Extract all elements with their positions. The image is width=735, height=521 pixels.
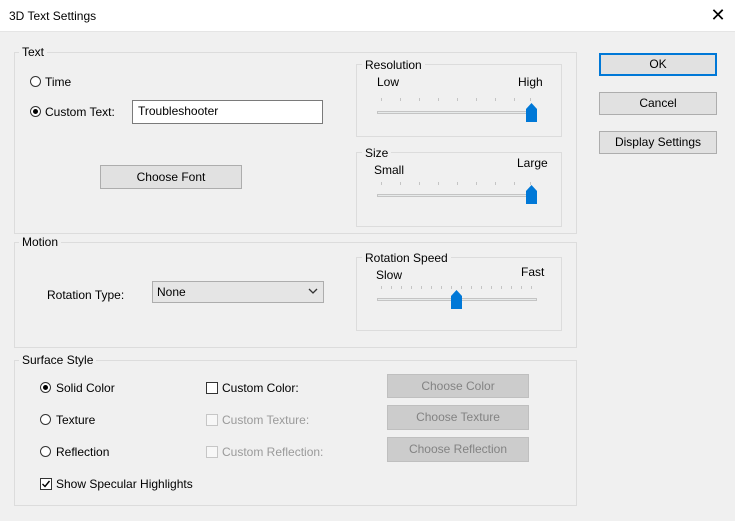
solid-color-radio[interactable] — [40, 382, 51, 393]
choose-color-button[interactable]: Choose Color — [387, 374, 529, 398]
time-radio[interactable] — [30, 76, 41, 87]
resolution-min-label: Low — [377, 75, 400, 89]
rotation-type-value: None — [157, 285, 186, 299]
custom-color-label: Custom Color: — [222, 381, 299, 395]
custom-reflection-checkbox[interactable] — [206, 446, 218, 458]
texture-label: Texture — [56, 413, 96, 427]
reflection-radio[interactable] — [40, 446, 51, 457]
texture-radio[interactable] — [40, 414, 51, 425]
rotation-speed-min-label: Slow — [376, 268, 403, 282]
choose-texture-button[interactable]: Choose Texture — [387, 405, 529, 430]
custom-color-checkbox[interactable] — [206, 382, 218, 394]
title-bar — [0, 0, 735, 32]
check-icon — [42, 480, 51, 488]
motion-group-label: Motion — [19, 235, 62, 249]
size-ticks — [377, 182, 537, 186]
close-icon[interactable]: ✕ — [706, 4, 730, 26]
custom-text-radio[interactable] — [30, 106, 41, 117]
resolution-slider-thumb[interactable] — [526, 103, 537, 122]
ok-button[interactable]: OK — [599, 53, 717, 76]
resolution-max-label: High — [518, 75, 543, 89]
size-max-label: Large — [517, 156, 548, 170]
cancel-button[interactable]: Cancel — [599, 92, 717, 115]
specular-highlights-checkbox[interactable] — [40, 478, 52, 490]
custom-text-input[interactable]: Troubleshooter — [132, 100, 323, 124]
window-title: 3D Text Settings — [9, 9, 97, 23]
choose-font-button[interactable]: Choose Font — [100, 165, 242, 189]
custom-reflection-label: Custom Reflection: — [222, 445, 324, 459]
rotation-speed-label: Rotation Speed — [362, 251, 451, 265]
size-min-label: Small — [374, 163, 405, 177]
choose-reflection-button[interactable]: Choose Reflection — [387, 437, 529, 462]
chevron-down-icon[interactable] — [308, 288, 318, 295]
custom-text-label: Custom Text: — [45, 105, 115, 119]
rotation-speed-max-label: Fast — [521, 265, 545, 279]
solid-color-label: Solid Color — [56, 381, 115, 395]
surface-style-group-label: Surface Style — [19, 353, 97, 367]
custom-texture-checkbox[interactable] — [206, 414, 218, 426]
rotation-type-select[interactable]: None — [152, 281, 324, 303]
rotation-speed-slider-thumb[interactable] — [451, 290, 462, 309]
resolution-slider-track[interactable] — [377, 111, 537, 114]
time-label: Time — [45, 75, 72, 89]
size-slider-thumb[interactable] — [526, 185, 537, 204]
text-group-label: Text — [19, 45, 48, 59]
rotation-type-label: Rotation Type: — [47, 288, 125, 302]
specular-highlights-label: Show Specular Highlights — [56, 477, 193, 491]
display-settings-button[interactable]: Display Settings — [599, 131, 717, 154]
custom-texture-label: Custom Texture: — [222, 413, 310, 427]
size-label: Size — [362, 146, 392, 160]
size-slider-track[interactable] — [377, 194, 537, 197]
reflection-label: Reflection — [56, 445, 110, 459]
resolution-ticks — [377, 98, 537, 102]
resolution-label: Resolution — [362, 58, 425, 72]
